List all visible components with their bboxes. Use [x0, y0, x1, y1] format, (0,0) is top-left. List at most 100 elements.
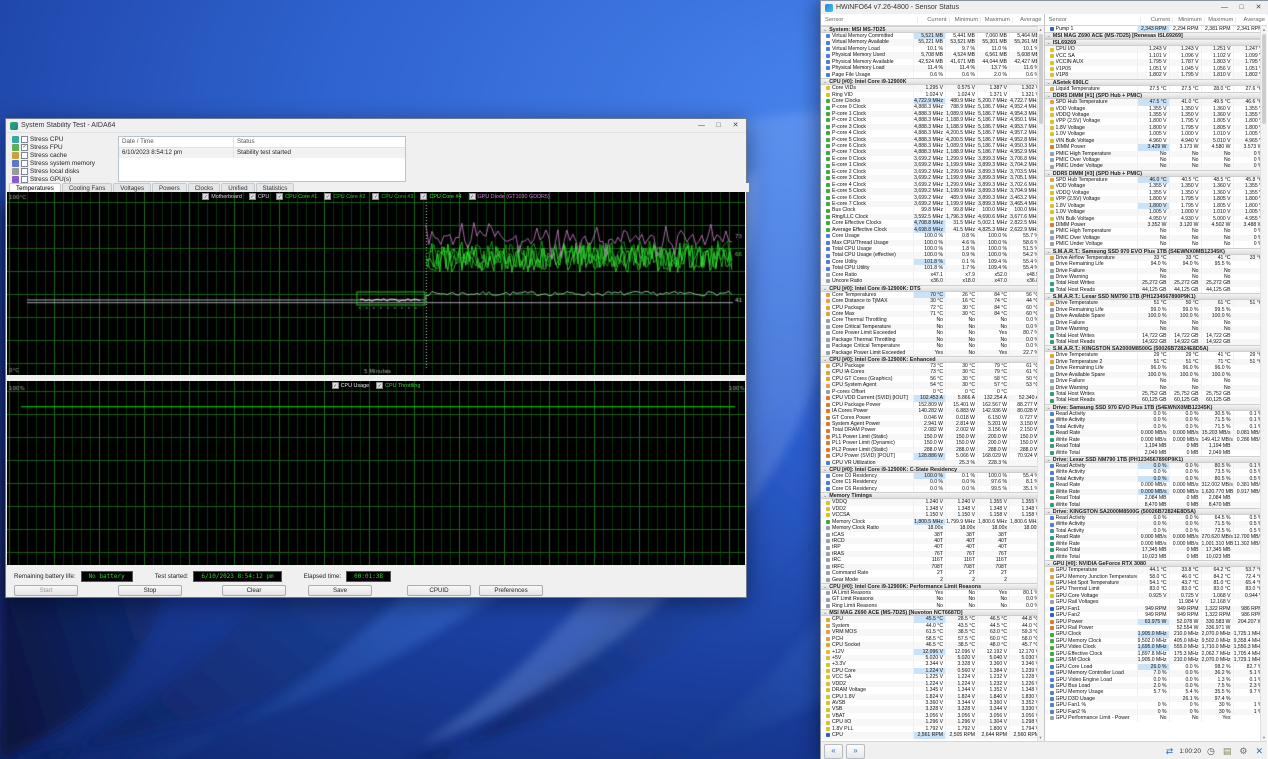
stress-option-checkbox[interactable] — [21, 136, 28, 143]
sensor-group-header[interactable]: ⌄Drive: Lexar SSD NM790 1TB (PH123456789… — [1045, 456, 1262, 463]
stress-option-stress-gpu-s-[interactable]: Stress GPU(s) — [12, 175, 95, 183]
sensor-group-header[interactable]: ⌄Drive: Samsung SSD 970 EVO Plus 1TB (S4… — [1045, 404, 1262, 411]
legend-item[interactable]: ✓GPU Diode (GT1030 GDDR5) — [469, 193, 550, 200]
sensor-row[interactable]: V1P81.802 V1.795 V1.810 V1.802 V — [1045, 72, 1262, 78]
col-maximum[interactable]: Maximum — [1204, 17, 1236, 23]
remote-sensor-icon[interactable]: ⇄ — [1166, 742, 1174, 759]
close-icon[interactable]: ✕ — [1250, 1, 1267, 14]
col-minimum[interactable]: Minimum — [949, 17, 981, 23]
close-sensors-icon[interactable]: ✕ — [1255, 742, 1263, 759]
legend-checkbox[interactable]: ✓ — [202, 193, 209, 200]
collapse-all-button[interactable]: « — [824, 744, 843, 759]
aida64-titlebar[interactable]: System Stability Test - AIDA64 — □ ✕ — [6, 119, 746, 133]
sensor-group-header[interactable]: ⌄S.M.A.R.T.: Samsung SSD 970 EVO Plus 1T… — [1045, 248, 1262, 255]
maximize-icon[interactable]: □ — [1233, 1, 1250, 14]
clear-button[interactable]: Clear — [222, 585, 286, 596]
legend-item[interactable]: ✓CPU Core #3 — [372, 193, 413, 200]
sensor-group-header[interactable]: ⌄CPU [#0]: Intel Core i9-12900K: DTS — [821, 285, 1038, 292]
stress-option-checkbox[interactable] — [21, 160, 28, 167]
minimize-icon[interactable]: — — [1216, 1, 1233, 14]
tab-voltages[interactable]: Voltages — [113, 183, 151, 192]
stress-option-stress-local-disks[interactable]: Stress local disks — [12, 167, 95, 175]
clock-icon[interactable]: ◷ — [1207, 742, 1215, 759]
tab-cooling-fans[interactable]: Cooling Fans — [62, 183, 112, 192]
col-sensor[interactable]: Sensor — [821, 17, 917, 23]
legend-item[interactable]: ✓CPU Core #4 — [420, 193, 461, 200]
legend-item[interactable]: ✓Motherboard — [202, 193, 242, 200]
col-sensor[interactable]: Sensor — [1045, 17, 1141, 23]
start-button[interactable]: Start — [14, 585, 78, 596]
legend-checkbox[interactable]: ✓ — [332, 382, 339, 389]
legend-checkbox[interactable]: ✓ — [324, 193, 331, 200]
tab-temperatures[interactable]: Temperatures — [9, 183, 61, 192]
sensor-group-header[interactable]: ⌄ASetek 690LC — [1045, 79, 1262, 86]
sensor-group-header[interactable]: ⌄System: MSI MS-7D25 — [821, 26, 1038, 33]
sensor-group-header[interactable]: ⌄DDR5 DIMM [#3] (SPD Hub + PMIC) — [1045, 170, 1262, 177]
stop-button[interactable]: Stop — [118, 585, 182, 596]
sensor-row[interactable]: CPU2,561 RPM2,505 RPM2,644 RPM2,560 RPM — [821, 732, 1038, 738]
sensor-group-header[interactable]: ⌄CPU [#0]: Intel Core i9-12900K: C-State… — [821, 466, 1038, 473]
legend-checkbox[interactable]: ✓ — [376, 382, 383, 389]
maximize-icon[interactable]: □ — [710, 119, 727, 132]
tab-statistics[interactable]: Statistics — [256, 183, 295, 192]
stress-option-stress-fpu[interactable]: ✓Stress FPU — [12, 143, 95, 151]
sensor-row[interactable]: Total Host Reads14,922 GB14,922 GB14,922… — [1045, 339, 1262, 345]
sensor-group-header[interactable]: ⌄CPU [#0]: Intel Core i9-12900K — [821, 78, 1038, 85]
close-icon[interactable]: ✕ — [727, 119, 744, 132]
sensor-group-header[interactable]: ⌄S.M.A.R.T.: KINGSTON SA2000M8500G (5002… — [1045, 345, 1262, 352]
stress-option-checkbox[interactable]: ✓ — [21, 144, 28, 151]
sensor-group-header[interactable]: ⌄CPU [#0]: Intel Core i9-12900K: Perform… — [821, 583, 1038, 590]
sensor-row[interactable]: Write Total2,049 MB0 MB2,049 MB — [1045, 450, 1262, 456]
report-icon[interactable]: ▤ — [1223, 742, 1232, 759]
col-average[interactable]: Average — [1235, 17, 1267, 23]
test-log-table[interactable]: Date / Time Status 6/10/2023 8:54:12 pm … — [118, 136, 406, 182]
legend-checkbox[interactable]: ✓ — [372, 193, 379, 200]
sensor-row[interactable]: PMIC Under VoltageNoNoNo0 % — [1045, 163, 1262, 169]
sensor-row[interactable]: Pump 12,343 RPM2,294 RPM2,381 RPM2,341 R… — [1045, 26, 1262, 32]
legend-item[interactable]: ✓CPU Core #2 — [324, 193, 365, 200]
stress-option-checkbox[interactable] — [21, 152, 28, 159]
col-maximum[interactable]: Maximum — [980, 17, 1012, 23]
sensor-group-header[interactable]: ⌄GPU [#0]: NVIDIA GeForce RTX 3080 — [1045, 560, 1262, 567]
tab-unified[interactable]: Unified — [221, 183, 254, 192]
legend-item[interactable]: ✓CPU Core #1 — [276, 193, 317, 200]
stress-option-stress-cache[interactable]: Stress cache — [12, 151, 95, 159]
sensor-row[interactable]: Gear Mode222 — [821, 577, 1038, 583]
stress-option-checkbox[interactable] — [21, 176, 28, 183]
legend-checkbox[interactable]: ✓ — [276, 193, 283, 200]
scrollbar-right-column[interactable]: ▲▼ — [1260, 26, 1267, 741]
stress-option-stress-cpu[interactable]: Stress CPU — [12, 135, 95, 143]
cpuid-button[interactable]: CPUID — [407, 585, 471, 596]
save-button[interactable]: Save — [308, 585, 372, 596]
sensor-group-header[interactable]: ⌄Drive: KINGSTON SA2000M8500G (50026B728… — [1045, 508, 1262, 515]
sensor-group-header[interactable]: ⌄MSI MAG Z690 ACE (MS-7D25) [Nuvoton NCT… — [821, 609, 1038, 616]
sensor-row[interactable]: Uncore Ratiox36.0x18.0x47.0x36.8 — [821, 278, 1038, 284]
preferences-button[interactable]: Preferences — [479, 585, 543, 596]
sensor-row[interactable]: Write Total10,023 MB0 MB10,023 MB — [1045, 554, 1262, 560]
col-average[interactable]: Average — [1012, 17, 1044, 23]
sensor-row[interactable]: Liquid Temperature27.5 °C27.5 °C28.0 °C2… — [1045, 86, 1262, 92]
sensor-group-header[interactable]: ⌄DDR5 DIMM [#1] (SPD Hub + PMIC) — [1045, 92, 1262, 99]
minimize-icon[interactable]: — — [693, 119, 710, 132]
stress-option-stress-system-memory[interactable]: Stress system memory — [12, 159, 95, 167]
sensor-column-header[interactable]: Sensor Current Minimum Maximum Average — [1045, 14, 1268, 26]
log-row[interactable]: 6/10/2023 8:54:12 pm Stability test star… — [119, 148, 405, 158]
sensor-row[interactable]: Total Host Reads60,125 GB60,125 GB60,125… — [1045, 397, 1262, 403]
sensor-row[interactable]: Write Total8,470 MB0 MB8,470 MB — [1045, 502, 1262, 508]
sensor-group-header[interactable]: ⌄S.M.A.R.T.: Lexar SSD NM790 1TB (PH1234… — [1045, 293, 1262, 300]
sensor-group-header[interactable]: ⌄Memory Timings — [821, 492, 1038, 499]
sensor-row[interactable]: PMIC Under VoltageNoNoNo0 % — [1045, 241, 1262, 247]
legend-checkbox[interactable]: ✓ — [420, 193, 427, 200]
settings-gear-icon[interactable]: ⚙ — [1239, 742, 1247, 759]
sensor-row[interactable]: Total Host Reads44,125 GB44,125 GB44,125… — [1045, 287, 1262, 293]
col-current[interactable]: Current — [1140, 17, 1172, 23]
sensor-row[interactable]: Core C6 Residency0.0 %0.0 %99.5 %35.1 % — [821, 486, 1038, 492]
sensor-row[interactable]: Package Power Limit ExceededYesNoYes22.7… — [821, 350, 1038, 356]
sensor-row[interactable]: GPU Performance Limit - PowerNoNoYes — [1045, 715, 1262, 721]
sensor-group-header[interactable]: ⌄ISL69269 — [1045, 39, 1262, 46]
sensor-group-header[interactable]: ⌄MSI MAG Z690 ACE (MS-7D25) [Renesas ISL… — [1045, 32, 1262, 39]
hwinfo-titlebar[interactable]: HWiNFO64 v7.26-4800 - Sensor Status — □ … — [821, 1, 1268, 15]
legend-item[interactable]: ✓CPU — [249, 193, 269, 200]
legend-checkbox[interactable]: ✓ — [469, 193, 476, 200]
legend-checkbox[interactable]: ✓ — [249, 193, 256, 200]
